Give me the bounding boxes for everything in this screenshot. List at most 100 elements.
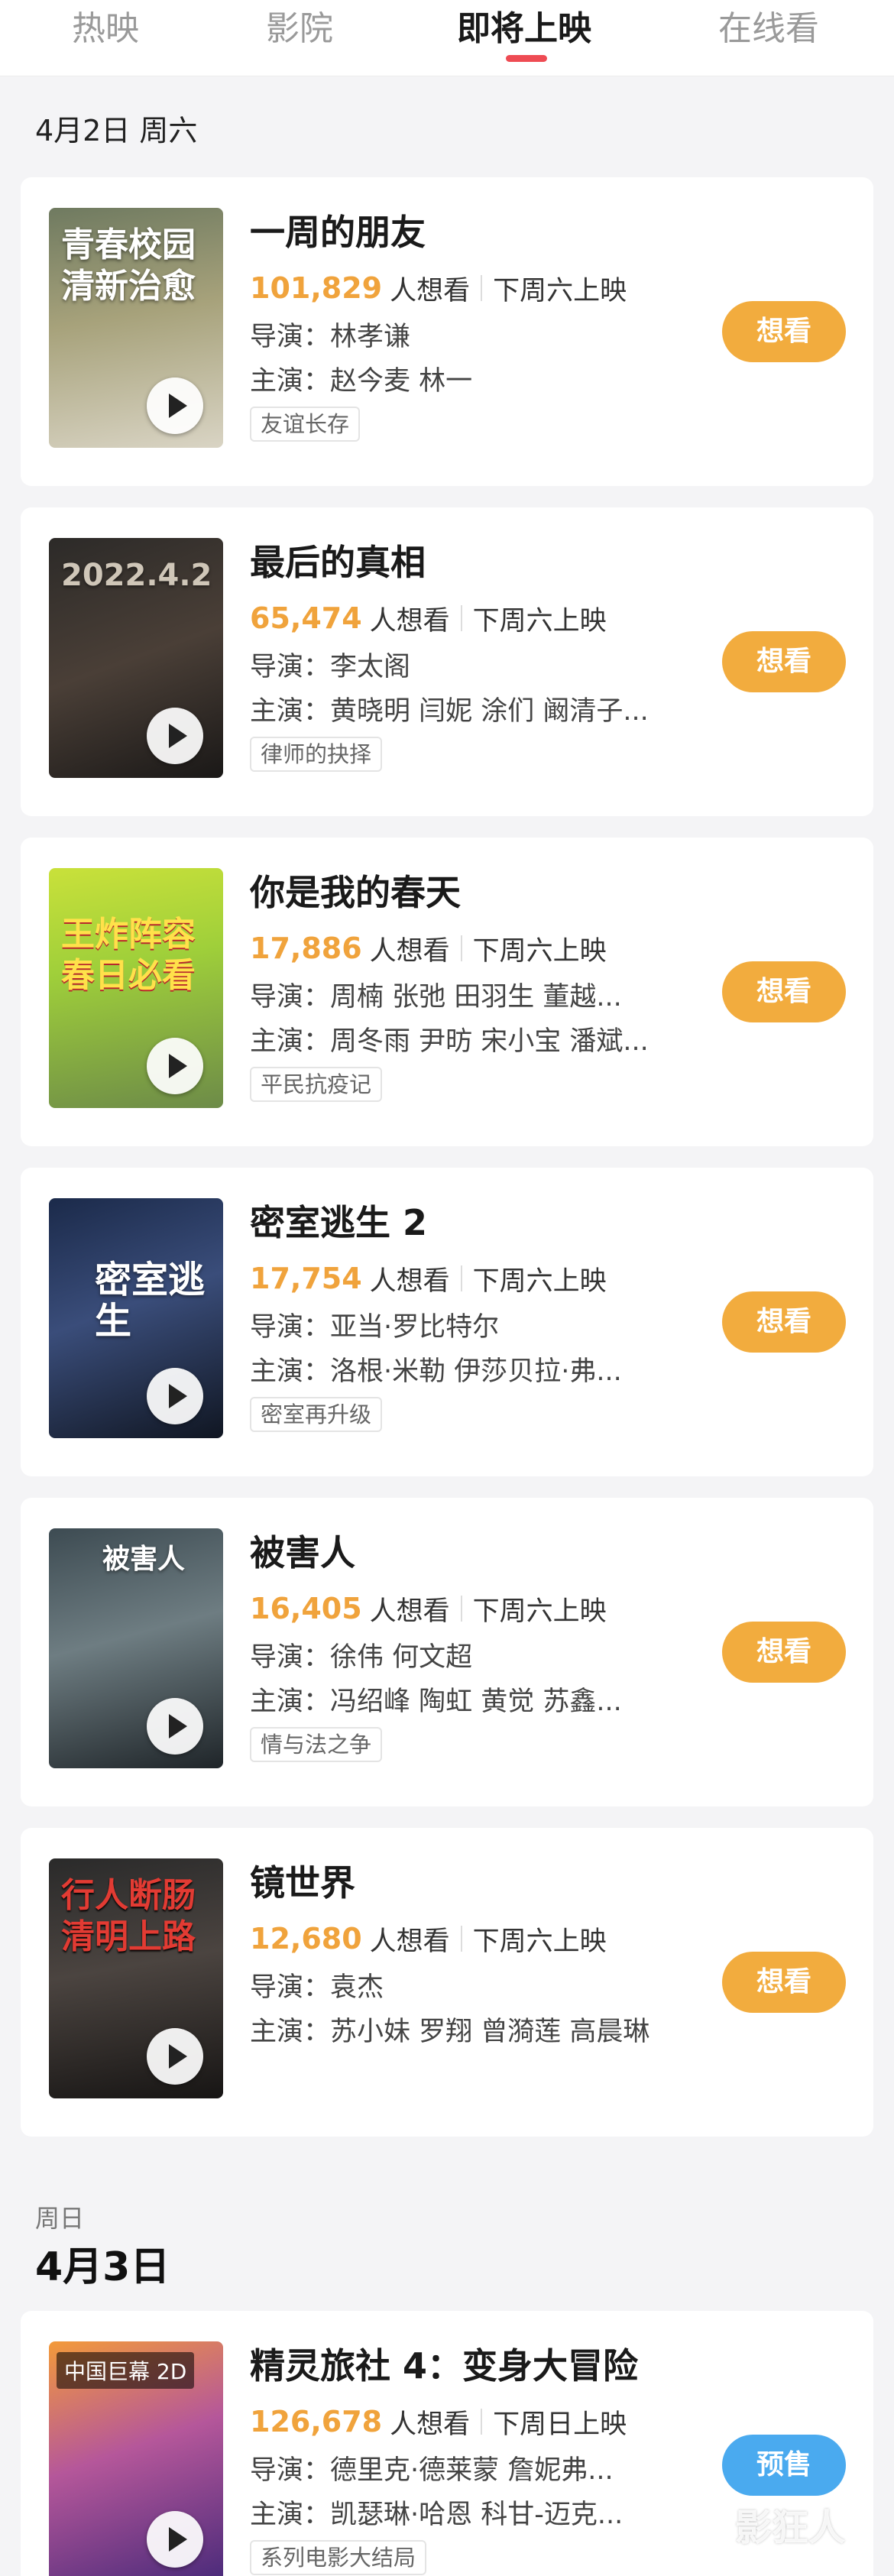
date-header-apr2: 4月2日 周六 (35, 114, 198, 147)
movie-poster[interactable]: 中国巨幕 2D (49, 2341, 223, 2576)
movie-stats: 65,474 人想看 下周六上映 (250, 599, 607, 637)
play-icon[interactable] (147, 2511, 203, 2568)
movie-title[interactable]: 被害人 (250, 1530, 355, 1576)
director-line: 导演：李太阁 (250, 652, 411, 682)
want-count: 16,405 (250, 1592, 362, 1625)
want-suffix: 人想看 (369, 935, 450, 967)
movie-title[interactable]: 密室逃生 2 (250, 1200, 427, 1246)
movie-stats: 17,886 人想看 下周六上映 (250, 929, 607, 967)
movie-card[interactable]: 青春校园 清新治愈 一周的朋友 101,829 人想看 下周六上映 导演：林孝谦… (21, 177, 873, 486)
movie-poster[interactable]: 青春校园 清新治愈 (49, 208, 223, 448)
poster-text: 2022.4.2 (61, 558, 212, 593)
release-date: 下周六上映 (493, 275, 627, 306)
want-count: 101,829 (250, 271, 383, 305)
play-icon[interactable] (147, 1368, 203, 1424)
movie-card[interactable]: 密室逃生 密室逃生 2 17,754 人想看 下周六上映 导演：亚当·罗比特尔 … (21, 1168, 873, 1476)
want-to-see-button[interactable]: 想看 (722, 1291, 846, 1353)
want-to-see-button[interactable]: 想看 (722, 1622, 846, 1683)
poster-text: 行人断肠 清明上路 (61, 1876, 196, 1956)
movie-card[interactable]: 王炸阵容 春日必看 你是我的春天 17,886 人想看 下周六上映 导演：周楠 … (21, 838, 873, 1146)
want-to-see-button[interactable]: 想看 (722, 631, 846, 692)
poster-text: 青春校园 清新治愈 (61, 225, 196, 306)
play-icon[interactable] (147, 1698, 203, 1755)
director-line: 导演：周楠 张弛 田羽生 董越... (250, 982, 622, 1013)
movie-card[interactable]: 行人断肠 清明上路 镜世界 12,680 人想看 下周六上映 导演：袁杰 主演：… (21, 1828, 873, 2137)
tab-coming-soon[interactable]: 即将上映 (457, 6, 591, 52)
divider (460, 1926, 462, 1952)
movie-stats: 16,405 人想看 下周六上映 (250, 1589, 607, 1628)
want-count: 12,680 (250, 1922, 362, 1955)
want-count: 17,886 (250, 932, 362, 965)
want-suffix: 人想看 (369, 1265, 450, 1297)
movie-poster[interactable]: 王炸阵容 春日必看 (49, 868, 223, 1108)
movie-tag: 友谊长存 (250, 407, 361, 442)
want-to-see-button[interactable]: 想看 (722, 301, 846, 362)
movie-poster[interactable]: 行人断肠 清明上路 (49, 1858, 223, 2098)
cast-line: 主演：洛根·米勒 伊莎贝拉·弗... (250, 1356, 622, 1387)
divider (460, 935, 462, 961)
release-date: 下周六上映 (472, 935, 607, 967)
play-icon[interactable] (147, 377, 203, 434)
movie-poster[interactable]: 密室逃生 (49, 1198, 223, 1438)
movie-title[interactable]: 一周的朋友 (250, 209, 426, 255)
presale-button[interactable]: 预售 (722, 2435, 846, 2496)
tab-hot[interactable]: 热映 (72, 6, 139, 52)
want-count: 17,754 (250, 1262, 362, 1295)
tab-online[interactable]: 在线看 (718, 6, 819, 52)
movie-stats: 17,754 人想看 下周六上映 (250, 1259, 607, 1298)
cast-line: 主演：凯瑟琳·哈恩 科甘-迈克... (250, 2500, 624, 2530)
director-line: 导演：德里克·德莱蒙 詹妮弗... (250, 2455, 614, 2486)
cast-line: 主演：冯绍峰 陶虹 黄觉 苏鑫... (250, 1687, 622, 1717)
want-suffix: 人想看 (390, 275, 471, 306)
want-to-see-button[interactable]: 想看 (722, 961, 846, 1022)
divider (481, 2409, 483, 2435)
movie-tag: 系列电影大结局 (250, 2540, 427, 2575)
movie-card[interactable]: 被害人 被害人 16,405 人想看 下周六上映 导演：徐伟 何文超 主演：冯绍… (21, 1498, 873, 1806)
want-to-see-button[interactable]: 想看 (722, 1952, 846, 2013)
release-date: 下周六上映 (472, 1596, 607, 1627)
movie-tag: 情与法之争 (250, 1727, 383, 1762)
poster-text: 王炸阵容 春日必看 (61, 915, 196, 995)
top-tab-bar: 热映 影院 即将上映 在线看 (0, 0, 894, 76)
play-icon[interactable] (147, 2028, 203, 2085)
play-icon[interactable] (147, 1038, 203, 1094)
movie-tag: 平民抗疫记 (250, 1067, 383, 1102)
movie-tag: 律师的抉择 (250, 737, 383, 772)
movie-title[interactable]: 精灵旅社 4：变身大冒险 (250, 2343, 638, 2389)
movie-title[interactable]: 你是我的春天 (250, 870, 461, 915)
date-header-apr3: 4月3日 (35, 2244, 170, 2290)
cast-line: 主演：黄晓明 闫妮 涂们 阚清子... (250, 696, 649, 727)
release-date: 下周六上映 (472, 1265, 607, 1297)
divider (460, 1265, 462, 1291)
movie-stats: 126,678 人想看 下周日上映 (250, 2403, 627, 2441)
movie-title[interactable]: 最后的真相 (250, 540, 426, 585)
director-line: 导演：亚当·罗比特尔 (250, 1312, 500, 1343)
release-date: 下周六上映 (472, 1926, 607, 1957)
cast-line: 主演：苏小妹 罗翔 曾漪莲 高晨琳 (250, 2017, 650, 2047)
movie-card[interactable]: 2022.4.2 最后的真相 65,474 人想看 下周六上映 导演：李太阁 主… (21, 507, 873, 816)
divider (460, 605, 462, 631)
movie-tag: 密室再升级 (250, 1397, 383, 1432)
director-line: 导演：徐伟 何文超 (250, 1642, 473, 1673)
movie-poster[interactable]: 被害人 (49, 1528, 223, 1768)
release-date: 下周日上映 (493, 2409, 627, 2440)
movie-stats: 101,829 人想看 下周六上映 (250, 269, 627, 307)
cast-line: 主演：周冬雨 尹昉 宋小宝 潘斌... (250, 1026, 649, 1057)
active-tab-indicator (506, 55, 547, 62)
want-count: 126,678 (250, 2405, 383, 2438)
movie-title[interactable]: 镜世界 (250, 1860, 355, 1906)
divider (460, 1596, 462, 1622)
want-suffix: 人想看 (390, 2409, 471, 2440)
want-suffix: 人想看 (369, 1596, 450, 1627)
movie-poster[interactable]: 2022.4.2 (49, 538, 223, 778)
director-line: 导演：林孝谦 (250, 322, 411, 352)
want-suffix: 人想看 (369, 605, 450, 637)
watermark: 影狂人 (735, 2506, 846, 2549)
play-icon[interactable] (147, 708, 203, 764)
tab-cinema[interactable]: 影院 (266, 6, 333, 52)
movie-stats: 12,680 人想看 下周六上映 (250, 1920, 607, 1958)
poster-badge: 中国巨幕 2D (57, 2352, 195, 2389)
weekday-label: 周日 (35, 2204, 85, 2233)
want-count: 65,474 (250, 601, 362, 635)
director-line: 导演：袁杰 (250, 1972, 384, 2003)
